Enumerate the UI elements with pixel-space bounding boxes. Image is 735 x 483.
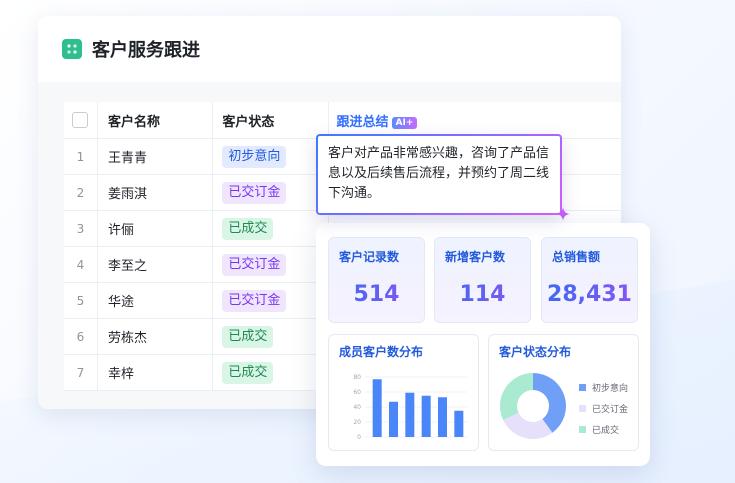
row-index: 5 [64, 282, 98, 319]
customer-name: 王青青 [97, 138, 214, 175]
bar[interactable] [372, 379, 382, 437]
row-index: 3 [64, 210, 98, 247]
customer-status-cell[interactable]: 已交订金 [212, 246, 329, 283]
y-tick-label: 0 [357, 434, 361, 441]
row-index: 7 [64, 354, 98, 391]
customer-status-cell[interactable]: 已交订金 [212, 282, 329, 319]
stat-value-total-sales: 28,431 [542, 282, 637, 307]
bar[interactable] [405, 392, 415, 437]
select-all-checkbox[interactable] [72, 112, 89, 128]
pie-chart-panel[interactable]: 客户状态分布 初步意向 已交订金 已成交 [488, 334, 639, 451]
pie-legend: 初步意向已交订金已成交 [579, 377, 628, 440]
stat-card-new-customers[interactable]: 新增客户数 114 [434, 237, 531, 323]
status-badge: 初步意向 [222, 145, 287, 168]
stat-card-records[interactable]: 客户记录数 514 [328, 237, 425, 323]
legend-label: 初步意向 [592, 384, 629, 394]
select-all-cell[interactable] [64, 102, 98, 139]
column-header-status[interactable]: 客户状态 [212, 102, 329, 139]
bar-chart-panel[interactable]: 成员客户数分布 80 60 40 20 0 [328, 334, 479, 451]
customer-name: 劳栋杰 [97, 318, 214, 355]
bar[interactable] [421, 395, 431, 437]
app-icon [62, 39, 82, 59]
column-header-summary-label: 跟进总结 [336, 114, 389, 130]
status-badge: 已交订金 [222, 253, 287, 276]
column-header-name[interactable]: 客户名称 [97, 102, 214, 139]
y-tick-label: 20 [353, 419, 361, 426]
bar-chart: 80 60 40 20 0 [353, 374, 467, 441]
customer-status-cell[interactable]: 已成交 [212, 210, 329, 247]
row-index: 2 [64, 174, 98, 211]
bar[interactable] [438, 397, 447, 437]
bar[interactable] [389, 401, 398, 437]
customer-status-cell[interactable]: 已成交 [212, 318, 329, 355]
stat-label-new-customers: 新增客户数 [445, 250, 506, 264]
customer-status-cell[interactable]: 已成交 [212, 354, 329, 391]
stat-label-records: 客户记录数 [339, 250, 400, 264]
status-badge: 已成交 [222, 217, 274, 240]
legend-label: 已交订金 [592, 405, 629, 415]
legend-swatch [579, 426, 586, 433]
ai-badge: AI+ [391, 116, 418, 129]
legend-label: 已成交 [592, 426, 620, 436]
row-index: 6 [64, 318, 98, 355]
y-tick-label: 80 [353, 374, 361, 381]
customer-name: 李至之 [97, 246, 214, 283]
stat-label-total-sales: 总销售额 [552, 250, 601, 264]
status-badge: 已交订金 [222, 181, 287, 204]
ai-summary-text: 客户对产品非常感兴趣，咨询了产品信息以及后续售后流程，并预约了周二线下沟通。 [328, 146, 550, 201]
customer-status-cell[interactable]: 已交订金 [212, 174, 329, 211]
status-badge: 已交订金 [222, 289, 287, 312]
page-title: 客户服务跟进 [92, 40, 200, 61]
row-index: 1 [64, 138, 98, 175]
legend-swatch [579, 384, 586, 391]
customer-name: 姜雨淇 [97, 174, 214, 211]
pie-slice[interactable] [500, 373, 533, 421]
customer-name: 幸梓 [97, 354, 214, 391]
ai-summary-popup: 客户对产品非常感兴趣，咨询了产品信息以及后续售后流程，并预约了周二线下沟通。 [316, 134, 562, 215]
legend-swatch [579, 405, 586, 412]
sparkle-icon [556, 207, 570, 221]
bar[interactable] [454, 410, 464, 437]
stat-value-new-customers: 114 [435, 282, 530, 307]
customer-name: 许俪 [97, 210, 214, 247]
y-tick-label: 40 [353, 404, 361, 411]
stat-value-records: 514 [329, 282, 424, 307]
row-index: 4 [64, 246, 98, 283]
status-badge: 已成交 [222, 325, 274, 348]
legend-item: 已成交 [579, 419, 628, 440]
status-badge: 已成交 [222, 361, 274, 384]
legend-item: 初步意向 [579, 377, 628, 398]
customer-status-cell[interactable]: 初步意向 [212, 138, 329, 175]
card-header: 客户服务跟进 [38, 16, 621, 83]
dashboard-card: 客户记录数 514 新增客户数 114 总销售额 28,431 成员客户数分布 … [316, 223, 650, 466]
stat-card-total-sales[interactable]: 总销售额 28,431 [541, 237, 638, 323]
customer-name: 华途 [97, 282, 214, 319]
legend-item: 已交订金 [579, 398, 628, 419]
y-tick-label: 60 [353, 389, 361, 396]
